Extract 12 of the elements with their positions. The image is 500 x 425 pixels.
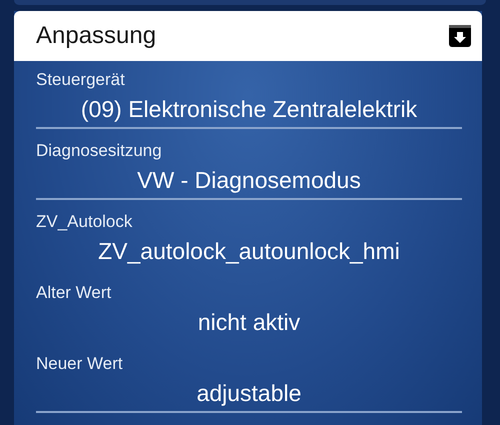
- field-label: ZV_Autolock: [36, 212, 132, 232]
- field-label: Diagnosesitzung: [36, 141, 162, 161]
- field-label: Steuergerät: [36, 70, 125, 90]
- field-label: Alter Wert: [36, 283, 112, 303]
- field-label: Neuer Wert: [36, 354, 123, 374]
- dropdown-icon[interactable]: [448, 24, 472, 48]
- panel-title: Anpassung: [36, 22, 156, 50]
- field-value: VW - Diagnosemodus: [36, 167, 462, 200]
- field-value: ZV_autolock_autounlock_hmi: [97, 238, 401, 266]
- field-value: nicht aktiv: [196, 309, 302, 337]
- field-value: (09) Elektronische Zentralelektrik: [36, 96, 462, 129]
- field-value: adjustable: [36, 380, 462, 413]
